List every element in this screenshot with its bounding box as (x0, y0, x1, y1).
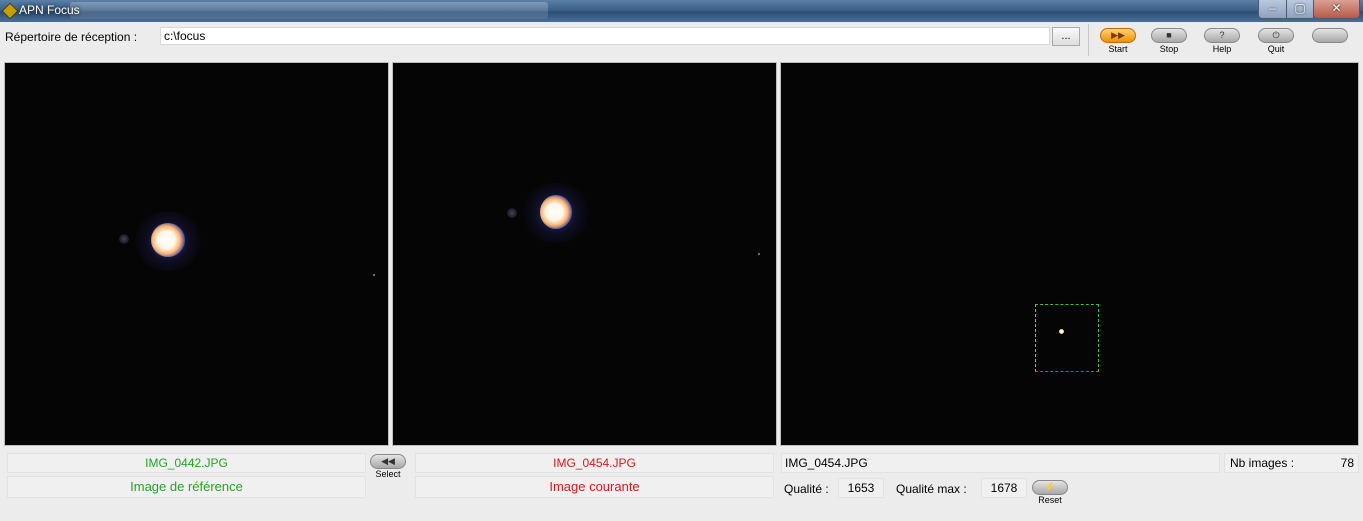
lightning-icon: ⚡ (1032, 480, 1068, 495)
reset-button[interactable]: ⚡ Reset (1031, 480, 1069, 505)
rewind-icon: ◀◀ (370, 454, 406, 469)
current-image-panel[interactable] (392, 62, 777, 446)
star-ghost (507, 208, 517, 218)
quality-value: 1653 (838, 478, 884, 498)
maximize-button[interactable]: ▢ (1286, 0, 1314, 19)
current-label: Image courante (415, 476, 774, 498)
stop-icon: ■ (1151, 28, 1187, 43)
stop-label: Stop (1159, 44, 1179, 54)
browse-button[interactable]: ... (1052, 27, 1080, 46)
quality-max-label: Qualité max : (896, 482, 967, 496)
full-view-filename: IMG_0454.JPG (781, 453, 1220, 473)
star (1059, 329, 1064, 334)
reference-image-panel[interactable] (4, 62, 389, 446)
noise-dot (373, 274, 375, 276)
star (540, 195, 572, 229)
select-button[interactable]: ◀◀ Select (369, 454, 407, 479)
star (151, 223, 185, 257)
directory-label: Répertoire de réception : (5, 30, 138, 44)
close-button[interactable]: ✕ (1313, 0, 1360, 19)
start-button[interactable]: ▶▶ Start (1099, 28, 1137, 54)
window-title: APN Focus (19, 3, 80, 17)
quit-label: Quit (1267, 44, 1285, 54)
reference-label: Image de référence (7, 476, 366, 498)
full-image-panel[interactable] (780, 62, 1359, 446)
nb-images-field: Nb images : 78 (1224, 453, 1359, 473)
app-icon (1, 2, 19, 20)
toolbar-separator (1088, 24, 1089, 56)
blank-button[interactable] (1311, 28, 1349, 43)
reset-label: Reset (1038, 495, 1062, 505)
noise-dot (758, 253, 760, 255)
help-label: Help (1212, 44, 1232, 54)
nb-images-value: 78 (1340, 456, 1354, 470)
nb-images-label: Nb images : (1230, 456, 1295, 470)
quality-max-value: 1678 (981, 478, 1027, 498)
start-label: Start (1108, 44, 1128, 54)
selection-box[interactable] (1035, 304, 1099, 372)
power-icon: ⏻ (1258, 28, 1294, 43)
minimize-button[interactable]: ‒ (1258, 0, 1287, 19)
current-filename: IMG_0454.JPG (415, 453, 774, 473)
star-ghost (119, 234, 129, 244)
title-bar-glass (70, 2, 548, 19)
reference-filename: IMG_0442.JPG (7, 453, 366, 473)
directory-input[interactable]: c:\focus (160, 27, 1050, 45)
select-label: Select (375, 469, 401, 479)
blank-button-icon (1312, 28, 1348, 43)
quit-button[interactable]: ⏻ Quit (1257, 28, 1295, 54)
stop-button[interactable]: ■ Stop (1150, 28, 1188, 54)
help-button[interactable]: ? Help (1203, 28, 1241, 54)
fast-forward-icon: ▶▶ (1100, 28, 1136, 43)
title-bar[interactable]: APN Focus ‒ ▢ ✕ (0, 0, 1363, 22)
quality-label: Qualité : (784, 482, 829, 496)
question-icon: ? (1204, 28, 1240, 43)
